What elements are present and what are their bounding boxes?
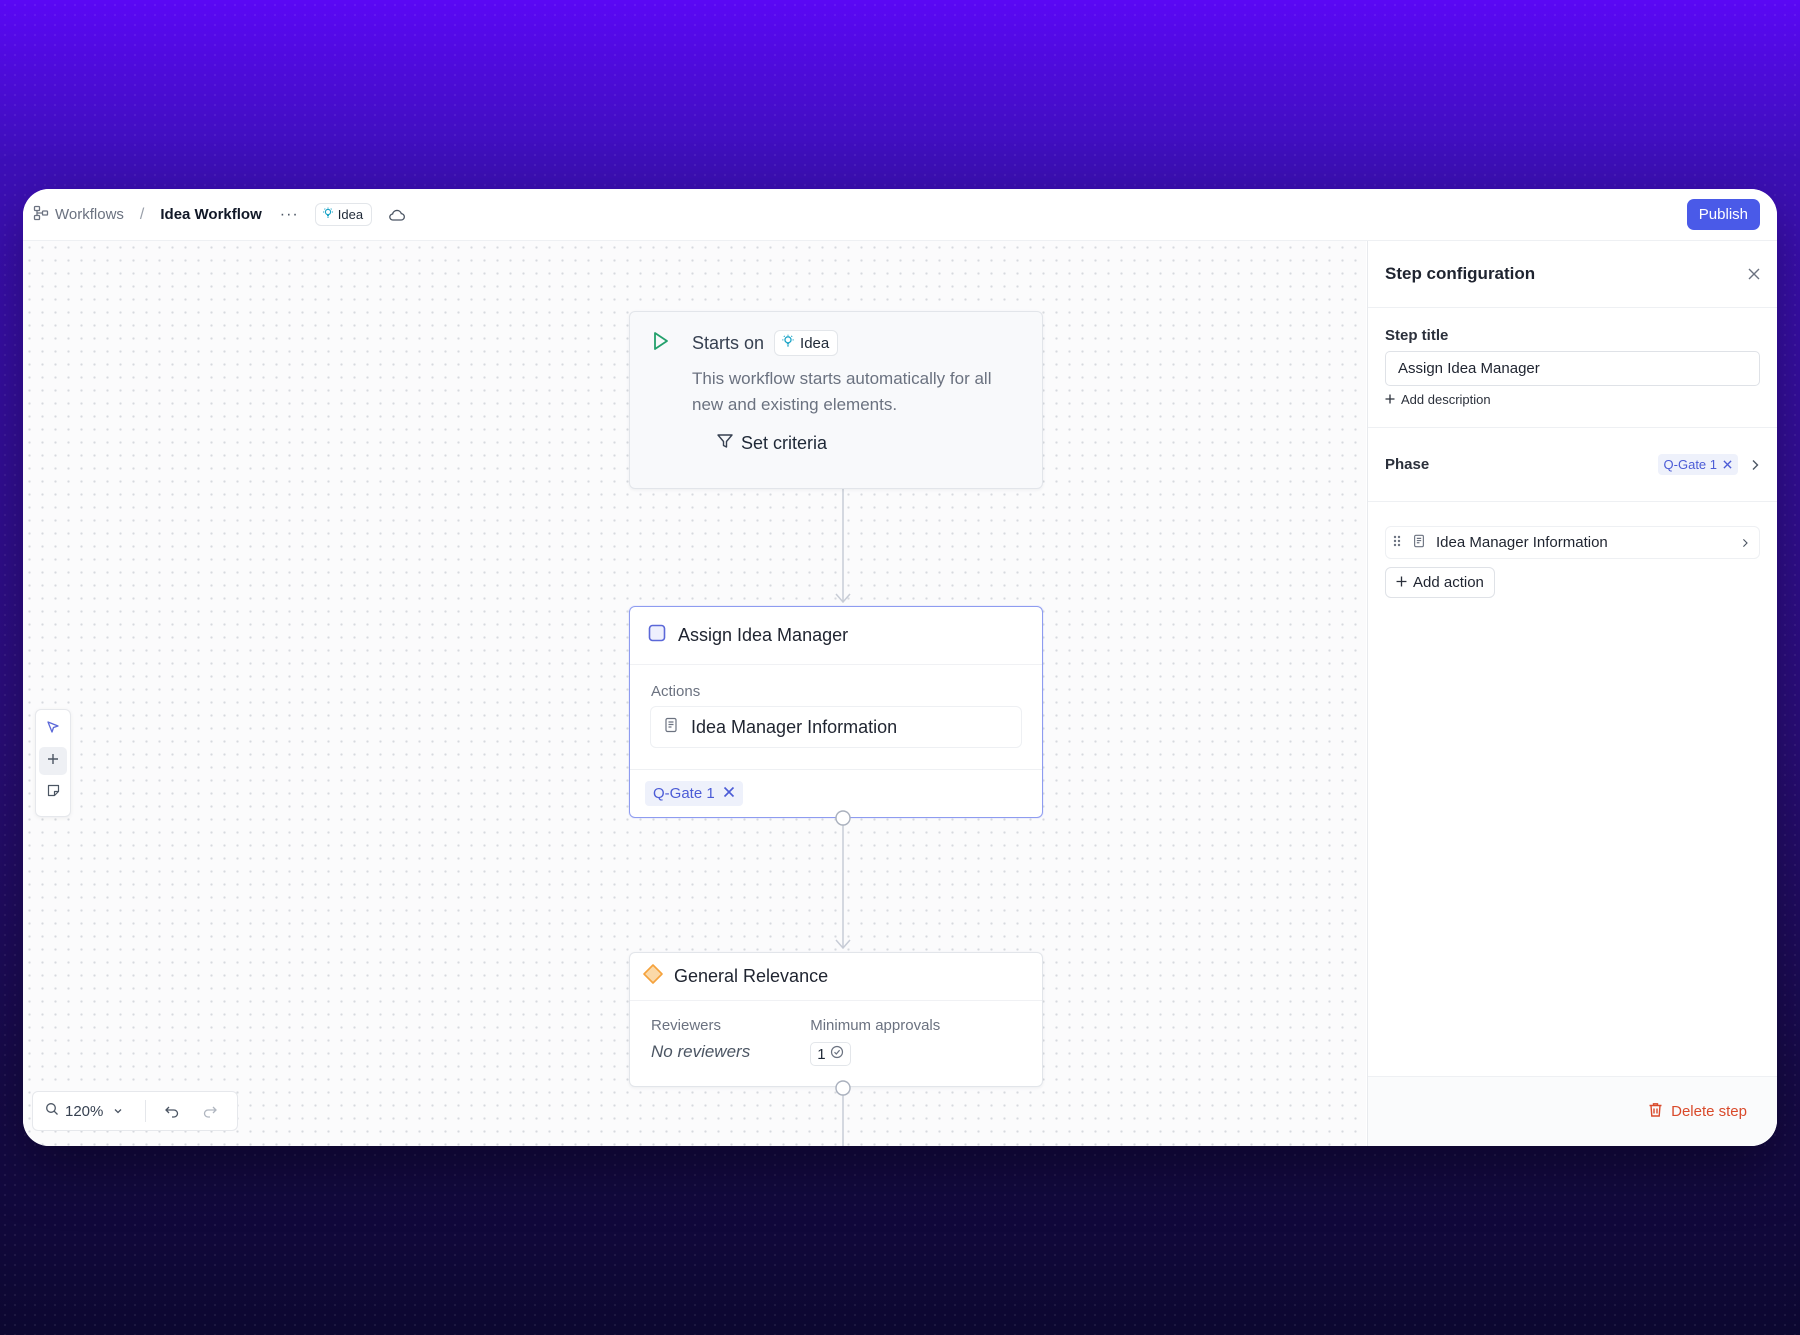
review-step-title: General Relevance [674, 966, 829, 986]
redo-icon[interactable] [202, 1104, 218, 1118]
chevron-right-icon[interactable] [1750, 459, 1760, 471]
sticky-note-icon [47, 784, 60, 802]
phase-chip[interactable]: Q-Gate 1 [1657, 454, 1738, 475]
action-row-label: Idea Manager Information [1436, 534, 1608, 551]
close-icon[interactable] [723, 785, 735, 802]
step-title-section: Step title Add description [1368, 308, 1777, 428]
object-type-label: Idea [337, 207, 364, 222]
start-title: Starts on [692, 332, 765, 353]
action-item-label: Idea Manager Information [691, 716, 898, 737]
publish-button[interactable]: Publish [1686, 199, 1760, 230]
lightbulb-icon [322, 207, 334, 222]
workflow-icon [33, 205, 49, 225]
document-icon [663, 717, 679, 738]
reviewers-label: Reviewers [651, 1017, 722, 1034]
connector-arrow [835, 489, 851, 604]
cloud-sync-icon[interactable] [388, 208, 406, 222]
zoom-level: 120% [65, 1102, 104, 1120]
drag-handle-icon[interactable] [1392, 534, 1402, 552]
breadcrumb-separator: / [139, 205, 145, 223]
document-icon [1412, 534, 1426, 552]
cursor-icon [46, 720, 60, 739]
action-item[interactable]: Idea Manager Information [650, 706, 1022, 748]
add-node-tool-button[interactable] [39, 747, 67, 775]
object-type-badge[interactable]: Idea [314, 203, 373, 226]
start-description: This workflow starts automatically for a… [692, 369, 992, 414]
action-row[interactable]: Idea Manager Information [1385, 526, 1760, 559]
tool-palette [35, 709, 71, 817]
phase-chip-label: Q-Gate 1 [1663, 457, 1717, 472]
add-action-label: Add action [1413, 574, 1484, 591]
set-criteria-label: Set criteria [741, 433, 828, 453]
phase-gate-label: Q-Gate 1 [653, 785, 715, 802]
breadcrumb-workflows[interactable]: Workflows [33, 205, 124, 225]
trash-icon [1648, 1102, 1663, 1122]
step-configuration-panel: Step configuration Step title Add descri… [1367, 241, 1777, 1146]
start-object-label: Idea [800, 334, 830, 352]
plus-icon [1396, 574, 1407, 591]
reviewers-value: No reviewers [651, 1042, 751, 1061]
zoom-dropdown[interactable]: 120% [45, 1102, 123, 1120]
panel-title: Step configuration [1385, 264, 1536, 283]
breadcrumb-current: Idea Workflow [160, 206, 262, 223]
play-icon [652, 331, 670, 356]
connector-arrow [835, 810, 851, 950]
add-action-button[interactable]: Add action [1385, 567, 1495, 598]
diamond-icon [642, 963, 664, 990]
app-window: Workflows / Idea Workflow ··· Idea Publi… [23, 189, 1777, 1146]
more-options-button[interactable]: ··· [280, 206, 299, 224]
close-icon[interactable] [1748, 268, 1760, 280]
step-square-icon [648, 624, 666, 647]
breadcrumb: Workflows / Idea Workflow [33, 205, 262, 225]
start-object-chip: Idea [774, 330, 839, 356]
chevron-right-icon [1741, 538, 1749, 548]
review-step-node[interactable]: General Relevance Reviewers No reviewers… [629, 952, 1043, 1087]
add-description-button[interactable]: Add description [1385, 392, 1760, 407]
delete-step-button[interactable]: Delete step [1648, 1102, 1747, 1122]
lightbulb-icon [781, 334, 795, 352]
assign-step-title: Assign Idea Manager [678, 625, 849, 645]
set-criteria-button[interactable]: Set criteria [716, 432, 1020, 455]
step-title-label: Step title [1385, 327, 1449, 344]
breadcrumb-root-label: Workflows [55, 206, 124, 223]
actions-label: Actions [651, 683, 701, 700]
zoom-divider [145, 1100, 147, 1122]
phase-label: Phase [1385, 456, 1430, 473]
step-title-input[interactable] [1385, 351, 1760, 386]
assign-step-node[interactable]: Assign Idea Manager Actions Idea Manager… [629, 606, 1043, 818]
plus-icon [47, 752, 59, 770]
note-tool-button[interactable] [39, 779, 67, 807]
undo-icon[interactable] [164, 1104, 180, 1118]
add-description-label: Add description [1401, 392, 1491, 407]
phase-row[interactable]: Phase Q-Gate 1 [1368, 428, 1777, 502]
select-tool-button[interactable] [39, 715, 67, 743]
filter-icon [716, 432, 734, 455]
search-icon [45, 1102, 59, 1120]
actions-section: Idea Manager Information Add action [1368, 502, 1777, 598]
min-approvals-value: 1 [817, 1045, 826, 1063]
check-circle-icon [830, 1045, 844, 1063]
min-approvals-value-box[interactable]: 1 [810, 1042, 851, 1066]
min-approvals-label: Minimum approvals [810, 1017, 941, 1034]
delete-step-label: Delete step [1671, 1103, 1747, 1120]
zoom-toolbar: 120% [32, 1091, 238, 1131]
workflow-canvas[interactable]: Starts on Idea This workflow starts auto… [23, 241, 1366, 1146]
top-bar: Workflows / Idea Workflow ··· Idea Publi… [23, 189, 1777, 241]
plus-icon [1385, 392, 1395, 407]
phase-gate-chip[interactable]: Q-Gate 1 [645, 781, 743, 806]
chevron-down-icon [113, 1103, 123, 1120]
start-node[interactable]: Starts on Idea This workflow starts auto… [629, 311, 1043, 489]
panel-footer: Delete step [1368, 1076, 1777, 1146]
connector-line [835, 1080, 851, 1146]
close-icon[interactable] [1723, 457, 1732, 472]
